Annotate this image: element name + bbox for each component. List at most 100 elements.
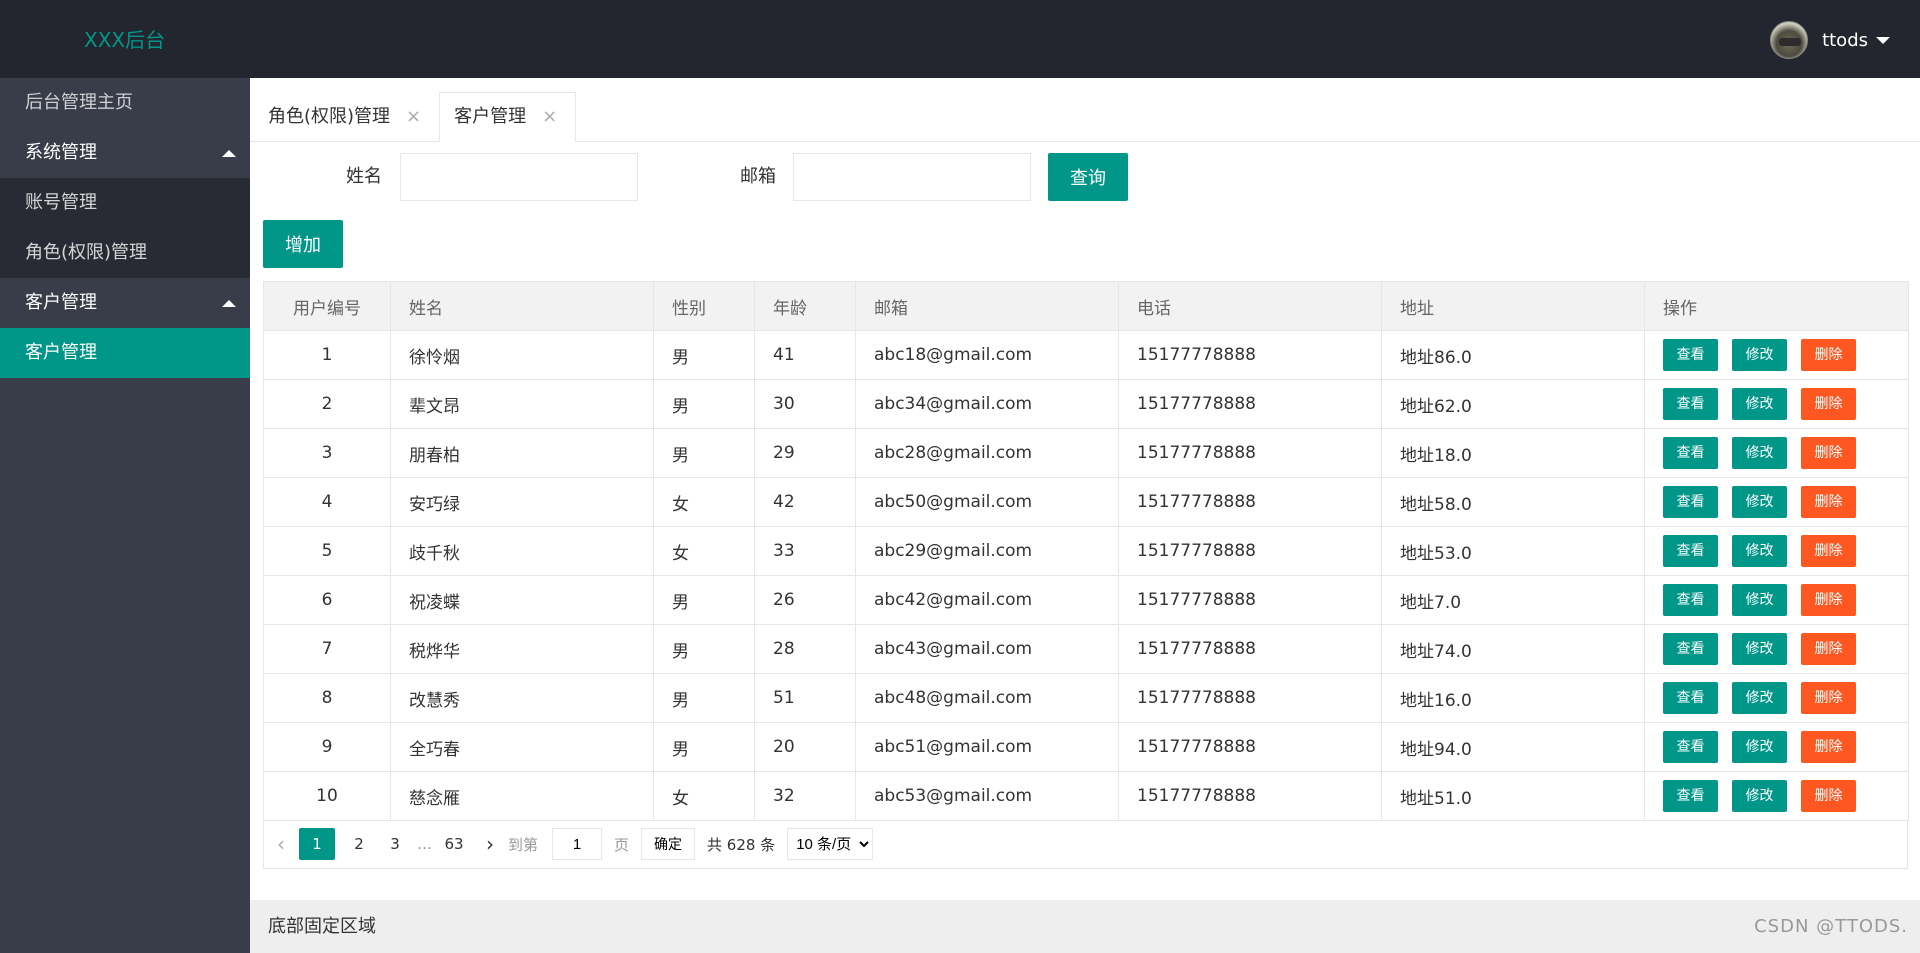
delete-button[interactable]: 删除 xyxy=(1801,682,1856,714)
page-2[interactable]: 2 xyxy=(341,828,377,860)
edit-button[interactable]: 修改 xyxy=(1732,682,1787,714)
edit-button[interactable]: 修改 xyxy=(1732,339,1787,371)
query-button[interactable]: 查询 xyxy=(1048,153,1128,201)
table-row[interactable]: 9 全巧春男 20 abc51@gmail.com 15177778888 地址94.0 查… xyxy=(263,722,1909,772)
table-row[interactable]: 3 朋春柏男 29 abc28@gmail.com 15177778888 地址18.0 查… xyxy=(263,428,1909,478)
column-header[interactable]: 邮箱 xyxy=(855,281,1119,331)
edit-button[interactable]: 修改 xyxy=(1732,731,1787,763)
username[interactable]: ttods xyxy=(1822,30,1868,51)
actions-cell: 查看 修改 删除 xyxy=(1644,379,1909,429)
table-cell: 3 xyxy=(263,428,391,478)
table-cell: 祝凌蝶 xyxy=(390,575,654,625)
footer-text: 底部固定区域 xyxy=(268,916,376,937)
delete-button[interactable]: 删除 xyxy=(1801,535,1856,567)
view-button[interactable]: 查看 xyxy=(1663,780,1718,812)
table-cell: 15177778888 xyxy=(1118,673,1382,723)
table-row[interactable]: 2 辈文昂男 30 abc34@gmail.com 15177778888 地址62.0 查… xyxy=(263,379,1909,429)
table-cell: 男 xyxy=(653,379,755,429)
actions-cell: 查看 修改 删除 xyxy=(1644,722,1909,772)
table-cell: abc48@gmail.com xyxy=(855,673,1119,723)
delete-button[interactable]: 删除 xyxy=(1801,388,1856,420)
view-button[interactable]: 查看 xyxy=(1663,682,1718,714)
sidebar-group-system[interactable]: 系统管理 xyxy=(0,128,250,178)
close-icon[interactable]: × xyxy=(542,92,557,142)
page-1[interactable]: 1 xyxy=(299,828,335,860)
view-button[interactable]: 查看 xyxy=(1663,584,1718,616)
column-header[interactable]: 地址 xyxy=(1381,281,1645,331)
delete-button[interactable]: 删除 xyxy=(1801,584,1856,616)
table-row[interactable]: 1 徐怜烟男 41 abc18@gmail.com 15177778888 地址86.0 查… xyxy=(263,330,1909,380)
prev-page-icon[interactable]: ‹ xyxy=(263,828,299,860)
delete-button[interactable]: 删除 xyxy=(1801,339,1856,371)
column-header[interactable]: 用户编号 xyxy=(263,281,391,331)
sidebar-item-customers[interactable]: 客户管理 xyxy=(0,328,250,378)
sidebar-item-home[interactable]: 后台管理主页 xyxy=(0,78,250,128)
page-3[interactable]: 3 xyxy=(377,828,413,860)
view-button[interactable]: 查看 xyxy=(1663,535,1718,567)
caret-down-icon[interactable] xyxy=(1876,36,1890,44)
search-form: 姓名 邮箱 查询 xyxy=(250,153,1250,201)
goto-confirm-button[interactable]: 确定 xyxy=(641,828,696,860)
delete-button[interactable]: 删除 xyxy=(1801,437,1856,469)
actions-cell: 查看 修改 删除 xyxy=(1644,330,1909,380)
edit-button[interactable]: 修改 xyxy=(1732,535,1787,567)
edit-button[interactable]: 修改 xyxy=(1732,486,1787,518)
sidebar-item-roles[interactable]: 角色(权限)管理 xyxy=(0,228,250,278)
delete-button[interactable]: 删除 xyxy=(1801,731,1856,763)
page-last[interactable]: 63 xyxy=(436,828,472,860)
tab-customers[interactable]: 客户管理 × xyxy=(439,92,577,142)
table-cell: 8 xyxy=(263,673,391,723)
tab-bar: 角色(权限)管理 × 客户管理 × xyxy=(250,92,1920,142)
edit-button[interactable]: 修改 xyxy=(1732,584,1787,616)
table-cell: 15177778888 xyxy=(1118,477,1382,527)
column-header[interactable]: 性别 xyxy=(653,281,755,331)
edit-button[interactable]: 修改 xyxy=(1732,780,1787,812)
table-cell: 地址51.0 xyxy=(1381,771,1645,821)
table-cell: 朋春柏 xyxy=(390,428,654,478)
view-button[interactable]: 查看 xyxy=(1663,731,1718,763)
table-row[interactable]: 6 祝凌蝶男 26 abc42@gmail.com 15177778888 地址7.0 查看… xyxy=(263,575,1909,625)
page-ellipsis: … xyxy=(417,835,432,853)
table-row[interactable]: 8 改慧秀男 51 abc48@gmail.com 15177778888 地址16.0 查… xyxy=(263,673,1909,723)
name-input[interactable] xyxy=(400,153,638,201)
delete-button[interactable]: 删除 xyxy=(1801,780,1856,812)
user-menu[interactable]: ttods xyxy=(1770,0,1890,80)
table-row[interactable]: 7 税烨华男 28 abc43@gmail.com 15177778888 地址74.0 查… xyxy=(263,624,1909,674)
view-button[interactable]: 查看 xyxy=(1663,388,1718,420)
delete-button[interactable]: 删除 xyxy=(1801,486,1856,518)
actions-cell: 查看 修改 删除 xyxy=(1644,771,1909,821)
delete-button[interactable]: 删除 xyxy=(1801,633,1856,665)
table-row[interactable]: 5 歧千秋女 33 abc29@gmail.com 15177778888 地址53.0 查… xyxy=(263,526,1909,576)
email-input[interactable] xyxy=(793,153,1031,201)
column-header[interactable]: 姓名 xyxy=(390,281,654,331)
table-cell: 女 xyxy=(653,526,755,576)
app-logo[interactable]: XXX后台 xyxy=(84,0,165,80)
name-label: 姓名 xyxy=(346,166,382,187)
view-button[interactable]: 查看 xyxy=(1663,339,1718,371)
table-row[interactable]: 10 慈念雁女 32 abc53@gmail.com 15177778888 地址51.0… xyxy=(263,771,1909,821)
view-button[interactable]: 查看 xyxy=(1663,437,1718,469)
tab-roles[interactable]: 角色(权限)管理 × xyxy=(254,92,439,142)
table-cell: 1 xyxy=(263,330,391,380)
edit-button[interactable]: 修改 xyxy=(1732,633,1787,665)
table-cell: 15177778888 xyxy=(1118,722,1382,772)
view-button[interactable]: 查看 xyxy=(1663,633,1718,665)
edit-button[interactable]: 修改 xyxy=(1732,388,1787,420)
edit-button[interactable]: 修改 xyxy=(1732,437,1787,469)
goto-page-input[interactable] xyxy=(552,828,603,860)
view-button[interactable]: 查看 xyxy=(1663,486,1718,518)
actions-cell: 查看 修改 删除 xyxy=(1644,624,1909,674)
add-button[interactable]: 增加 xyxy=(263,220,343,268)
column-header[interactable]: 年龄 xyxy=(754,281,856,331)
column-header: 操作 xyxy=(1644,281,1909,331)
close-icon[interactable]: × xyxy=(406,92,421,142)
table-cell: 男 xyxy=(653,624,755,674)
table-row[interactable]: 4 安巧绿女 42 abc50@gmail.com 15177778888 地址58.0 查… xyxy=(263,477,1909,527)
next-page-icon[interactable]: › xyxy=(472,828,508,860)
table-cell: 徐怜烟 xyxy=(390,330,654,380)
avatar[interactable] xyxy=(1770,21,1809,59)
column-header[interactable]: 电话 xyxy=(1118,281,1382,331)
page-size-select[interactable]: 10 条/页 xyxy=(787,828,874,860)
sidebar-group-customers[interactable]: 客户管理 xyxy=(0,278,250,328)
sidebar-item-accounts[interactable]: 账号管理 xyxy=(0,178,250,228)
